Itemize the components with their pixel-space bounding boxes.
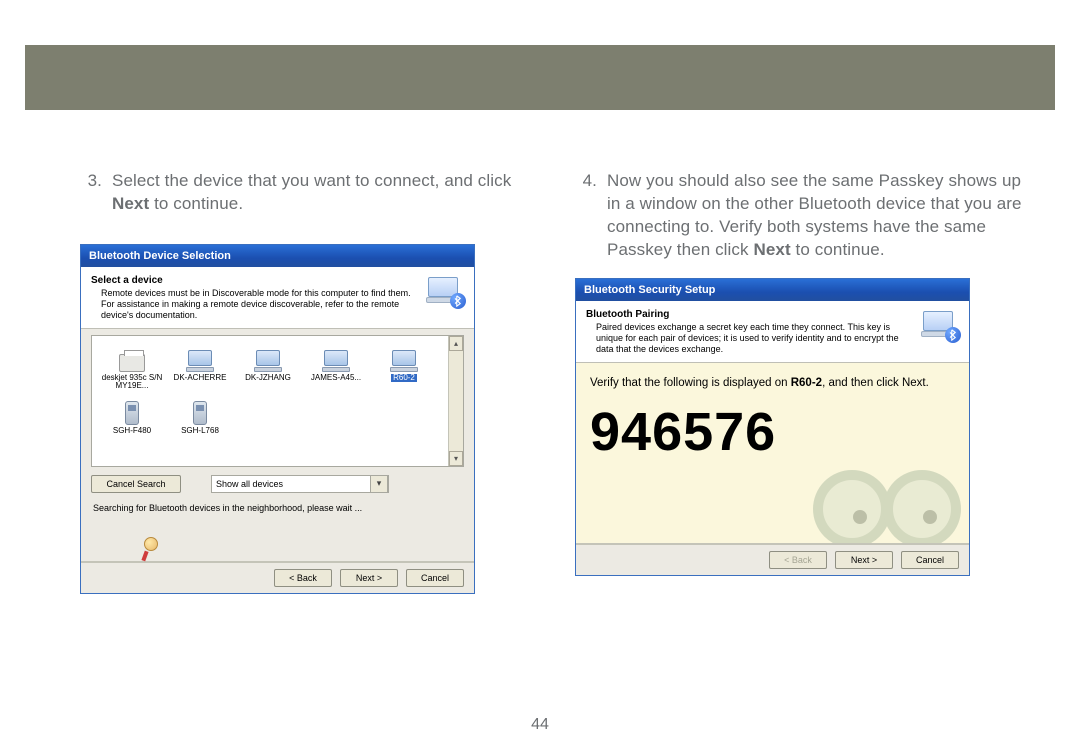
laptop-icon: [234, 342, 302, 372]
bluetooth-laptop-icon: [426, 275, 464, 307]
bluetooth-laptop-icon: [921, 309, 959, 341]
device-label: DK-JZHANG: [245, 374, 291, 383]
device-label: JAMES-A45...: [311, 374, 361, 383]
back-button[interactable]: < Back: [274, 569, 332, 587]
verify-after: , and then click Next.: [822, 377, 929, 389]
step-4: 4. Now you should also see the same Pass…: [575, 170, 1030, 262]
verify-area: Verify that the following is displayed o…: [576, 363, 969, 543]
content-columns: 3. Select the device that you want to co…: [80, 170, 1030, 594]
dialog-footer: < Back Next > Cancel: [576, 544, 969, 575]
step-body: Select the device that you want to conne…: [112, 170, 535, 216]
scrollbar[interactable]: ▴ ▾: [448, 336, 463, 466]
binoculars-icon: [817, 470, 957, 543]
step-text-bold: Next: [112, 194, 149, 213]
verify-device: R60-2: [791, 377, 822, 389]
verify-before: Verify that the following is displayed o…: [590, 377, 791, 389]
dialog-footer: < Back Next > Cancel: [81, 562, 474, 593]
dialog-title: Bluetooth Device Selection: [89, 250, 231, 262]
back-button: < Back: [769, 551, 827, 569]
phone-icon: [98, 395, 166, 425]
dialog-titlebar: Bluetooth Security Setup: [576, 279, 969, 301]
step-number: 4.: [575, 170, 597, 262]
step-3: 3. Select the device that you want to co…: [80, 170, 535, 216]
passkey-value: 946576: [590, 401, 955, 463]
device-label: SGH-L768: [181, 427, 219, 436]
next-button[interactable]: Next >: [340, 569, 398, 587]
scroll-up-icon[interactable]: ▴: [449, 336, 463, 351]
device-item[interactable]: SGH-F480: [98, 393, 166, 438]
device-label: R60-2: [391, 374, 417, 383]
dialog-title: Bluetooth Security Setup: [584, 284, 715, 296]
status-text: Searching for Bluetooth devices in the n…: [93, 503, 462, 513]
header-body: Paired devices exchange a secret key eac…: [586, 322, 915, 356]
cancel-search-button[interactable]: Cancel Search: [91, 475, 181, 493]
cancel-button[interactable]: Cancel: [901, 551, 959, 569]
right-column: 4. Now you should also see the same Pass…: [575, 170, 1030, 594]
step-text-2: to continue.: [791, 240, 885, 259]
device-item[interactable]: R60-2: [370, 340, 438, 394]
security-setup-dialog: Bluetooth Security Setup Bluetooth Pairi…: [575, 278, 970, 576]
phone-icon: [166, 395, 234, 425]
device-item[interactable]: JAMES-A45...: [302, 340, 370, 394]
page-number: 44: [531, 716, 549, 734]
page-header-bar: [25, 45, 1055, 110]
header-body: Remote devices must be in Discoverable m…: [91, 288, 420, 322]
device-label: SGH-F480: [113, 427, 151, 436]
device-label: DK-ACHERRE: [174, 374, 227, 383]
filter-select[interactable]: Show all devices: [211, 475, 389, 493]
step-number: 3.: [80, 170, 102, 216]
header-title: Bluetooth Pairing: [586, 309, 915, 320]
filter-select-value: Show all devices: [216, 479, 283, 489]
cancel-button[interactable]: Cancel: [406, 569, 464, 587]
left-column: 3. Select the device that you want to co…: [80, 170, 535, 594]
header-title: Select a device: [91, 275, 420, 286]
next-button[interactable]: Next >: [835, 551, 893, 569]
laptop-icon: [166, 342, 234, 372]
step-body: Now you should also see the same Passkey…: [607, 170, 1030, 262]
verify-instruction: Verify that the following is displayed o…: [590, 375, 955, 391]
dialog-titlebar: Bluetooth Device Selection: [81, 245, 474, 267]
scroll-down-icon[interactable]: ▾: [449, 451, 463, 466]
device-item[interactable]: deskjet 935c S/N MY19E...: [98, 340, 166, 394]
device-item[interactable]: DK-JZHANG: [234, 340, 302, 394]
printer-icon: [98, 342, 166, 372]
step-text-before: Select the device that you want to conne…: [112, 171, 511, 190]
laptop-icon: [370, 342, 438, 372]
device-item[interactable]: SGH-L768: [166, 393, 234, 438]
laptop-icon: [302, 342, 370, 372]
device-label: deskjet 935c S/N MY19E...: [98, 374, 166, 392]
step-text-after: to continue.: [149, 194, 243, 213]
device-selection-dialog: Bluetooth Device Selection Select a devi…: [80, 244, 475, 594]
device-item[interactable]: DK-ACHERRE: [166, 340, 234, 394]
device-list[interactable]: deskjet 935c S/N MY19E... DK-ACHERRE DK-JZ…: [91, 335, 464, 467]
step-text-bold: Next: [753, 240, 790, 259]
pushpin-icon: [141, 537, 161, 561]
